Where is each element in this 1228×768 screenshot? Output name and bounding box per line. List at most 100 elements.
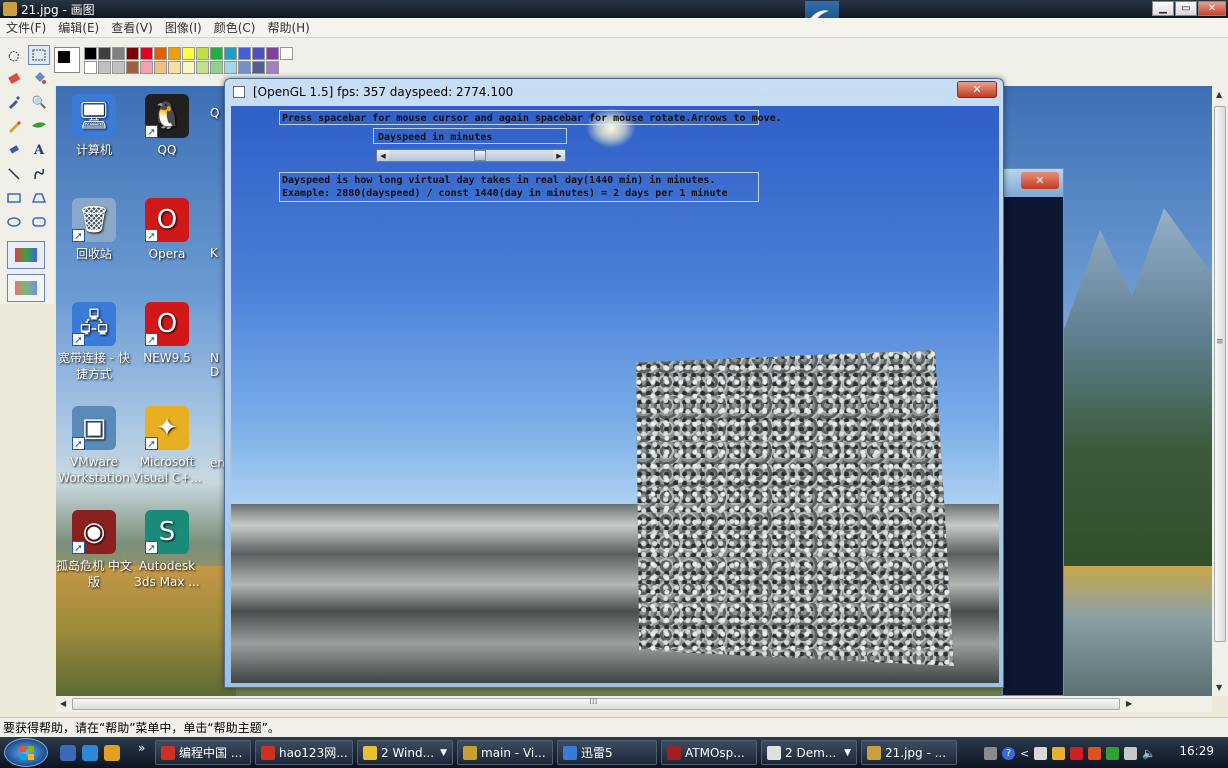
quick-launch-more[interactable]: » xyxy=(138,741,145,755)
palette-swatch[interactable] xyxy=(266,61,279,74)
quick-launch-icon[interactable] xyxy=(104,745,120,761)
palette-swatch[interactable] xyxy=(140,61,153,74)
maximize-button[interactable]: ▭ xyxy=(1175,1,1197,16)
slider-left-arrow[interactable]: ◀ xyxy=(377,150,389,161)
taskbar-button[interactable]: 编程中国 ... xyxy=(155,740,251,765)
tray-overflow-icon[interactable]: < xyxy=(1020,747,1029,760)
tray-icon[interactable] xyxy=(1070,746,1084,760)
desktop-icon[interactable]: 🖧 ➚ 宽带连接 - 快捷方式 xyxy=(56,302,132,382)
palette-swatch[interactable] xyxy=(224,61,237,74)
transparent-mode-option[interactable] xyxy=(7,274,45,302)
tray-icon[interactable] xyxy=(1034,746,1048,760)
taskbar-button[interactable]: main - Vi... xyxy=(457,740,553,765)
airbrush-tool[interactable] xyxy=(3,140,25,160)
taskbar-button[interactable]: hao123网... xyxy=(255,740,353,765)
taskbar-button[interactable]: ATMOsp... xyxy=(661,740,757,765)
tray-icon[interactable] xyxy=(1052,746,1066,760)
desktop-icon[interactable]: 🖥 计算机 xyxy=(56,94,132,158)
menu-image[interactable]: 图像(I) xyxy=(165,19,202,36)
palette-swatch[interactable] xyxy=(196,61,209,74)
horizontal-scroll-thumb[interactable]: ⁞⁞⁞ xyxy=(72,697,1120,710)
palette-swatch[interactable] xyxy=(238,61,251,74)
palette-swatch[interactable] xyxy=(196,47,209,60)
palette-swatch[interactable] xyxy=(182,47,195,60)
color-picker-tool[interactable] xyxy=(3,92,25,112)
opengl-close-button[interactable]: ✕ xyxy=(957,81,997,98)
tray-icon[interactable] xyxy=(1106,746,1120,760)
opaque-mode-option[interactable] xyxy=(7,241,45,269)
start-button[interactable] xyxy=(4,738,48,767)
background-window-close[interactable]: ✕ xyxy=(1021,172,1059,189)
palette-swatch[interactable] xyxy=(84,47,97,60)
magnifier-tool[interactable]: 🔍 xyxy=(28,92,50,112)
opengl-viewport[interactable]: Press spacebar for mouse cursor and agai… xyxy=(231,106,999,683)
close-button[interactable]: ✕ xyxy=(1198,1,1226,16)
text-tool[interactable]: A xyxy=(28,140,50,160)
scroll-left-arrow[interactable]: ◀ xyxy=(60,699,66,708)
horizontal-scrollbar[interactable]: ◀ ⁞⁞⁞ ▶ xyxy=(56,696,1212,712)
minimize-button[interactable]: ▁ xyxy=(1152,1,1174,16)
quick-launch-icon[interactable] xyxy=(60,745,76,761)
menu-colors[interactable]: 颜色(C) xyxy=(214,19,256,36)
dayspeed-slider[interactable]: ◀ ▶ xyxy=(376,149,566,162)
scroll-down-arrow[interactable]: ▼ xyxy=(1216,683,1222,692)
palette-swatch[interactable] xyxy=(98,47,111,60)
palette-swatch[interactable] xyxy=(84,61,97,74)
palette-swatch[interactable] xyxy=(126,61,139,74)
vertical-scroll-thumb[interactable]: ≡ xyxy=(1214,106,1226,642)
palette-swatch[interactable] xyxy=(126,47,139,60)
tray-icon[interactable] xyxy=(1088,746,1102,760)
polygon-tool[interactable] xyxy=(28,188,50,208)
desktop-icon[interactable]: ✦ ➚ Microsoft Visual C+... xyxy=(129,406,205,486)
palette-swatch[interactable] xyxy=(168,47,181,60)
fill-tool[interactable] xyxy=(28,68,50,88)
clock[interactable]: 16:29 xyxy=(1179,744,1214,758)
desktop-icon[interactable]: S ➚ Autodesk 3ds Max ... xyxy=(129,510,205,590)
pencil-tool[interactable] xyxy=(3,116,25,136)
palette-swatch[interactable] xyxy=(98,61,111,74)
line-tool[interactable] xyxy=(3,164,25,184)
menu-help[interactable]: 帮助(H) xyxy=(267,19,309,36)
rounded-rect-tool[interactable] xyxy=(28,212,50,232)
free-select-tool[interactable] xyxy=(3,46,25,66)
eraser-tool[interactable] xyxy=(3,68,25,88)
palette-swatch[interactable] xyxy=(252,47,265,60)
palette-swatch[interactable] xyxy=(252,61,265,74)
palette-swatch[interactable] xyxy=(182,61,195,74)
desktop-icon[interactable]: ◉ ➚ 孤岛危机 中文版 xyxy=(56,510,132,590)
taskbar-button[interactable]: 2 Dem... ▼ xyxy=(761,740,857,765)
palette-swatch[interactable] xyxy=(168,61,181,74)
palette-swatch[interactable] xyxy=(210,61,223,74)
palette-swatch[interactable] xyxy=(140,47,153,60)
quick-launch-icon[interactable] xyxy=(82,745,98,761)
palette-swatch[interactable] xyxy=(266,47,279,60)
palette-swatch[interactable] xyxy=(238,47,251,60)
palette-swatch[interactable] xyxy=(112,61,125,74)
tray-icon[interactable] xyxy=(984,746,997,760)
slider-thumb[interactable] xyxy=(473,150,486,161)
rect-select-tool[interactable] xyxy=(28,45,50,65)
vertical-scrollbar[interactable]: ▲ ≡ ▼ xyxy=(1212,86,1228,696)
volume-icon[interactable]: 🔈 xyxy=(1142,747,1156,760)
brush-tool[interactable] xyxy=(28,116,50,136)
palette-swatch[interactable] xyxy=(280,47,293,60)
current-color-box[interactable] xyxy=(54,47,80,73)
desktop-icon[interactable]: O ➚ Opera xyxy=(129,198,205,262)
desktop-icon[interactable]: ▣ ➚ VMware Workstation xyxy=(56,406,132,486)
palette-swatch[interactable] xyxy=(210,47,223,60)
palette-swatch[interactable] xyxy=(154,61,167,74)
desktop-icon[interactable]: 🐧 ➚ QQ xyxy=(129,94,205,158)
desktop-icon[interactable]: O ➚ NEW9.5 xyxy=(129,302,205,366)
slider-right-arrow[interactable]: ▶ xyxy=(553,150,565,161)
palette-swatch[interactable] xyxy=(154,47,167,60)
taskbar-button[interactable]: 21.jpg - ... xyxy=(861,740,957,765)
menu-edit[interactable]: 编辑(E) xyxy=(58,19,99,36)
desktop-icon[interactable]: 🗑 ➚ 回收站 xyxy=(56,198,132,262)
ellipse-tool[interactable] xyxy=(3,212,25,232)
help-tray-icon[interactable]: ? xyxy=(1002,746,1015,760)
rectangle-tool[interactable] xyxy=(3,188,25,208)
menu-file[interactable]: 文件(F) xyxy=(6,19,46,36)
scroll-up-arrow[interactable]: ▲ xyxy=(1216,90,1222,99)
menu-view[interactable]: 查看(V) xyxy=(111,19,153,36)
palette-swatch[interactable] xyxy=(112,47,125,60)
